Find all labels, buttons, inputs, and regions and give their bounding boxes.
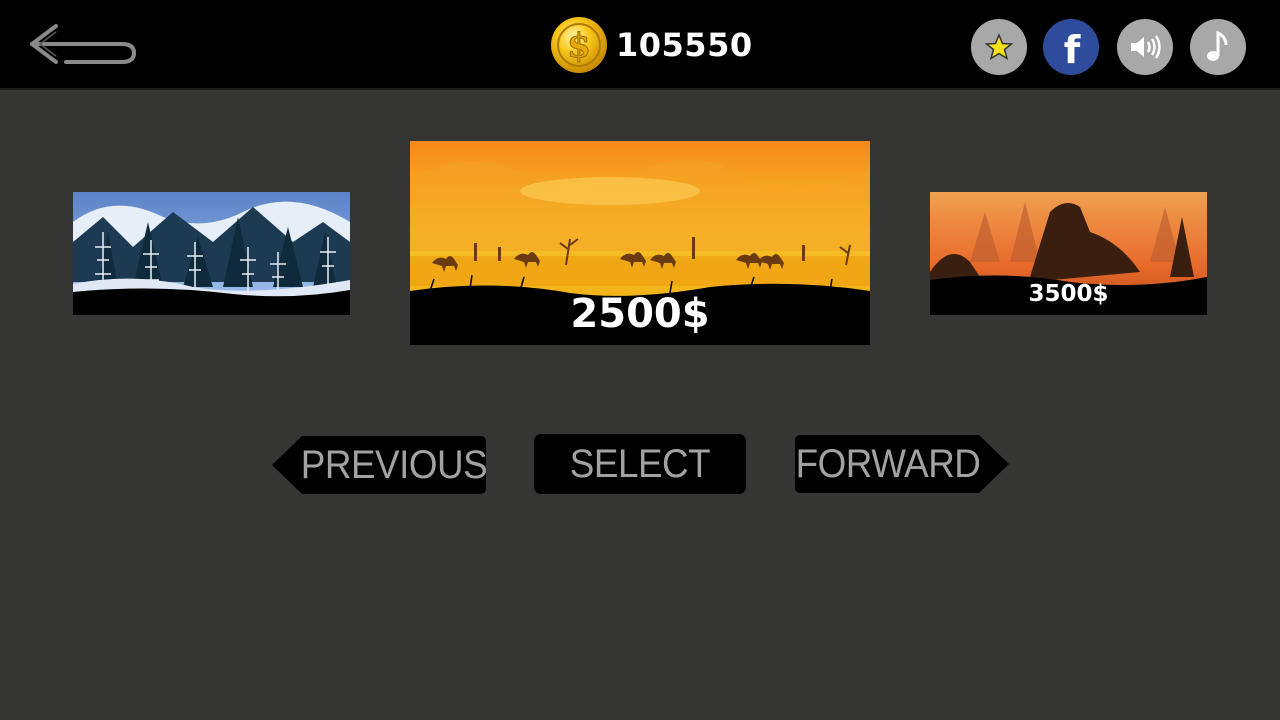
level-price: 3500$ <box>1028 281 1109 307</box>
dollar-coin-icon: $ <box>551 17 607 73</box>
back-arrow-icon <box>30 24 136 64</box>
select-label: SELECT <box>569 441 711 486</box>
coin-count: 105550 <box>616 26 753 64</box>
top-bar: $ 105550 f <box>0 0 1280 90</box>
music-note-icon <box>1207 30 1228 61</box>
sound-button[interactable] <box>1117 19 1173 75</box>
forward-button[interactable]: FORWARD <box>793 433 1009 495</box>
rate-button[interactable] <box>971 19 1027 75</box>
level-card-desert[interactable]: 2500$ <box>410 141 870 345</box>
svg-text:f: f <box>1064 28 1081 72</box>
forward-label: FORWARD <box>795 441 981 486</box>
svg-text:$: $ <box>567 26 591 66</box>
facebook-icon: f <box>1064 28 1081 72</box>
select-button[interactable]: SELECT <box>533 433 747 495</box>
star-icon <box>984 33 1014 61</box>
level-card-canyon[interactable]: 3500$ <box>930 192 1207 315</box>
music-button[interactable] <box>1190 19 1246 75</box>
snowy-forest-image <box>73 192 350 315</box>
level-price: 2500$ <box>570 291 710 337</box>
speaker-icon <box>1131 35 1161 59</box>
back-button[interactable] <box>26 20 142 70</box>
facebook-button[interactable]: f <box>1043 19 1099 75</box>
coin-balance: $ 105550 <box>550 16 753 74</box>
level-card-snow[interactable] <box>73 192 350 315</box>
previous-label: PREVIOUS <box>300 442 488 487</box>
previous-button[interactable]: PREVIOUS <box>272 434 488 496</box>
